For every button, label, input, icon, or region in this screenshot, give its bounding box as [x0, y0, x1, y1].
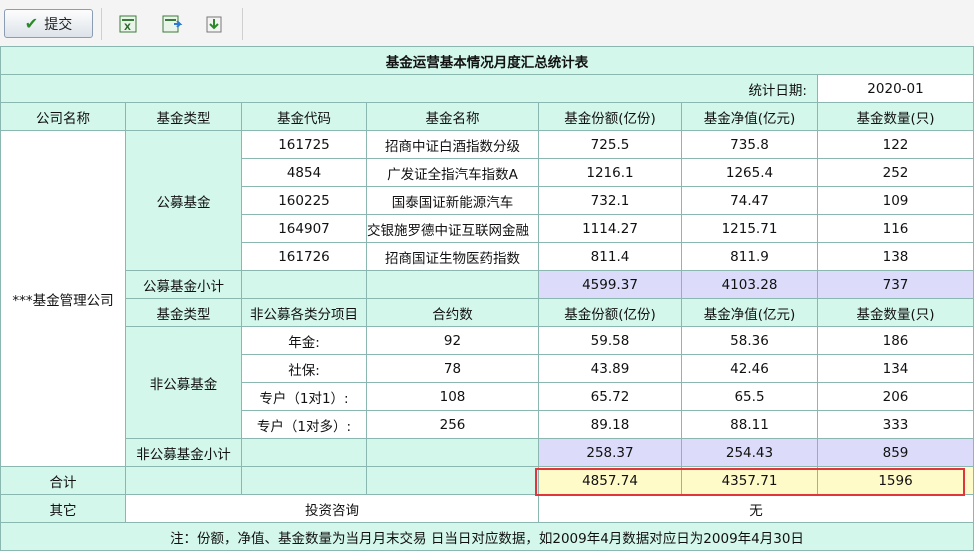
svg-text:X: X: [124, 23, 131, 33]
total-empty: [367, 467, 539, 495]
nonpublic-row-3-item: 专户（1对1）:: [242, 383, 367, 411]
footnote: 注：份额，净值、基金数量为当月月末交易 日当日对应数据，如2009年4月数据对应…: [0, 523, 974, 551]
header-count: 基金数量(只): [818, 103, 974, 131]
nonpublic-subtotal-share: 258.37: [539, 439, 682, 467]
header-company: 公司名称: [0, 103, 126, 131]
nonpublic-row-1-nav[interactable]: 58.36: [682, 327, 818, 355]
toolbar: ✔ 提交 X: [0, 0, 974, 47]
nonpublic-fund-type: 非公募基金: [126, 327, 242, 439]
public-row-4-share[interactable]: 1114.27: [539, 215, 682, 243]
public-row-3-count[interactable]: 109: [818, 187, 974, 215]
public-row-2-name: 广发证全指汽车指数A: [367, 159, 539, 187]
nonpublic-subtotal-empty: [242, 439, 367, 467]
nonpublic-row-1-count[interactable]: 186: [818, 327, 974, 355]
report-title: 基金运营基本情况月度汇总统计表: [0, 46, 974, 75]
nonpublic-row-2-contracts[interactable]: 78: [367, 355, 539, 383]
nonpublic-header-type: 基金类型: [126, 299, 242, 327]
total-empty: [126, 467, 242, 495]
header-share: 基金份额(亿份): [539, 103, 682, 131]
total-count: 1596: [818, 467, 974, 495]
company-name: ***基金管理公司: [0, 131, 126, 467]
header-fund-name: 基金名称: [367, 103, 539, 131]
nonpublic-row-4-share[interactable]: 89.18: [539, 411, 682, 439]
public-row-1-nav[interactable]: 735.8: [682, 131, 818, 159]
download-icon[interactable]: [204, 14, 224, 34]
check-icon: ✔: [24, 13, 39, 33]
nonpublic-header-share: 基金份额(亿份): [539, 299, 682, 327]
public-subtotal-label: 公募基金小计: [126, 271, 242, 299]
nonpublic-header-contracts: 合约数: [367, 299, 539, 327]
header-nav: 基金净值(亿元): [682, 103, 818, 131]
report-table: 基金运营基本情况月度汇总统计表 统计日期: 2020-01 公司名称 基金类型 …: [0, 46, 974, 556]
public-row-4-nav[interactable]: 1215.71: [682, 215, 818, 243]
excel-import-icon[interactable]: [161, 14, 183, 34]
nonpublic-row-2-share[interactable]: 43.89: [539, 355, 682, 383]
header-fund-type: 基金类型: [126, 103, 242, 131]
public-row-5-nav[interactable]: 811.9: [682, 243, 818, 271]
public-row-5-share[interactable]: 811.4: [539, 243, 682, 271]
nonpublic-row-1-share[interactable]: 59.58: [539, 327, 682, 355]
public-row-5-name: 招商国证生物医药指数: [367, 243, 539, 271]
public-subtotal-empty: [367, 271, 539, 299]
public-subtotal-count: 737: [818, 271, 974, 299]
header-fund-code: 基金代码: [242, 103, 367, 131]
public-subtotal-share: 4599.37: [539, 271, 682, 299]
nonpublic-row-4-count[interactable]: 333: [818, 411, 974, 439]
date-label: 统计日期:: [0, 75, 818, 103]
total-share: 4857.74: [539, 467, 682, 495]
public-fund-type: 公募基金: [126, 131, 242, 271]
public-row-4-count[interactable]: 116: [818, 215, 974, 243]
total-label: 合计: [0, 467, 126, 495]
toolbar-divider: [242, 8, 243, 40]
public-row-2-code: 4854: [242, 159, 367, 187]
nonpublic-row-3-count[interactable]: 206: [818, 383, 974, 411]
nonpublic-row-3-contracts[interactable]: 108: [367, 383, 539, 411]
other-label: 其它: [0, 495, 126, 523]
nonpublic-header-nav: 基金净值(亿元): [682, 299, 818, 327]
nonpublic-row-2-nav[interactable]: 42.46: [682, 355, 818, 383]
public-row-5-count[interactable]: 138: [818, 243, 974, 271]
nonpublic-subtotal-nav: 254.43: [682, 439, 818, 467]
public-row-2-share[interactable]: 1216.1: [539, 159, 682, 187]
public-row-1-name: 招商中证白酒指数分级: [367, 131, 539, 159]
public-row-2-count[interactable]: 252: [818, 159, 974, 187]
nonpublic-header-item: 非公募各类分项目: [242, 299, 367, 327]
public-row-1-share[interactable]: 725.5: [539, 131, 682, 159]
nonpublic-row-3-share[interactable]: 65.72: [539, 383, 682, 411]
public-row-3-nav[interactable]: 74.47: [682, 187, 818, 215]
submit-button-label: 提交: [44, 16, 73, 33]
nonpublic-row-4-item: 专户（1对多）:: [242, 411, 367, 439]
nonpublic-subtotal-label: 非公募基金小计: [126, 439, 242, 467]
nonpublic-row-3-nav[interactable]: 65.5: [682, 383, 818, 411]
total-empty: [242, 467, 367, 495]
other-right-value[interactable]: 无: [539, 495, 974, 523]
toolbar-divider: [101, 8, 102, 40]
nonpublic-row-2-item: 社保:: [242, 355, 367, 383]
nonpublic-subtotal-empty: [367, 439, 539, 467]
public-row-3-name: 国泰国证新能源汽车: [367, 187, 539, 215]
total-nav: 4357.71: [682, 467, 818, 495]
public-row-4-code: 164907: [242, 215, 367, 243]
nonpublic-row-1-item: 年金:: [242, 327, 367, 355]
submit-button[interactable]: ✔ 提交: [4, 9, 93, 38]
nonpublic-row-1-contracts[interactable]: 92: [367, 327, 539, 355]
date-value[interactable]: 2020-01: [818, 75, 974, 103]
public-row-1-code: 161725: [242, 131, 367, 159]
excel-export-icon[interactable]: X: [118, 14, 138, 34]
nonpublic-row-4-contracts[interactable]: 256: [367, 411, 539, 439]
nonpublic-row-2-count[interactable]: 134: [818, 355, 974, 383]
public-row-3-share[interactable]: 732.1: [539, 187, 682, 215]
public-row-1-count[interactable]: 122: [818, 131, 974, 159]
public-row-5-code: 161726: [242, 243, 367, 271]
nonpublic-subtotal-count: 859: [818, 439, 974, 467]
public-row-4-name: 交银施罗德中证互联网金融: [367, 215, 539, 243]
public-subtotal-nav: 4103.28: [682, 271, 818, 299]
public-row-3-code: 160225: [242, 187, 367, 215]
other-left-value[interactable]: 投资咨询: [126, 495, 539, 523]
nonpublic-row-4-nav[interactable]: 88.11: [682, 411, 818, 439]
nonpublic-header-count: 基金数量(只): [818, 299, 974, 327]
public-row-2-nav[interactable]: 1265.4: [682, 159, 818, 187]
public-subtotal-empty: [242, 271, 367, 299]
